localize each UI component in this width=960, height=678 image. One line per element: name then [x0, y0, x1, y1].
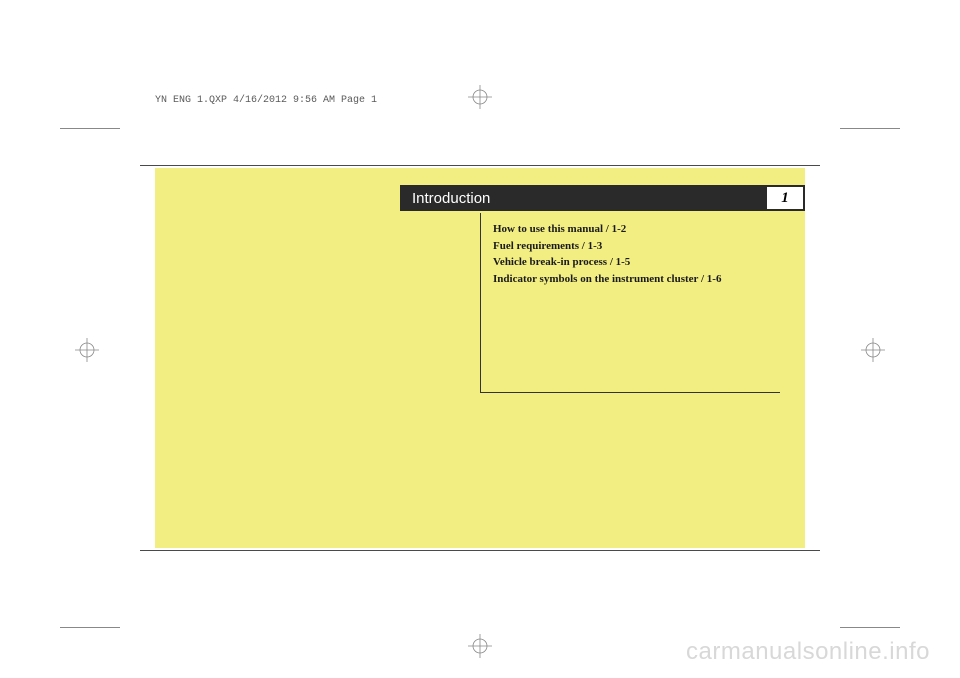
crop-mark	[840, 627, 900, 628]
toc-item: Vehicle break-in process / 1-5	[493, 254, 780, 271]
chapter-title: Introduction	[400, 190, 490, 207]
chapter-toc: How to use this manual / 1-2 Fuel requir…	[480, 213, 780, 393]
page-border	[140, 165, 820, 166]
crop-mark	[60, 627, 120, 628]
crop-mark	[840, 128, 900, 129]
watermark-text: carmanualsonline.info	[686, 638, 930, 666]
crop-mark	[60, 128, 120, 129]
toc-item: Fuel requirements / 1-3	[493, 238, 780, 255]
toc-item: How to use this manual / 1-2	[493, 221, 780, 238]
toc-item: Indicator symbols on the instrument clus…	[493, 271, 780, 288]
registration-mark-icon	[468, 634, 492, 658]
registration-mark-icon	[861, 338, 885, 362]
print-header-slug: YN ENG 1.QXP 4/16/2012 9:56 AM Page 1	[155, 95, 377, 106]
registration-mark-icon	[75, 338, 99, 362]
chapter-title-bar: Introduction 1	[400, 185, 805, 211]
chapter-number: 1	[767, 187, 803, 209]
page-border	[140, 550, 820, 551]
registration-mark-icon	[468, 85, 492, 109]
